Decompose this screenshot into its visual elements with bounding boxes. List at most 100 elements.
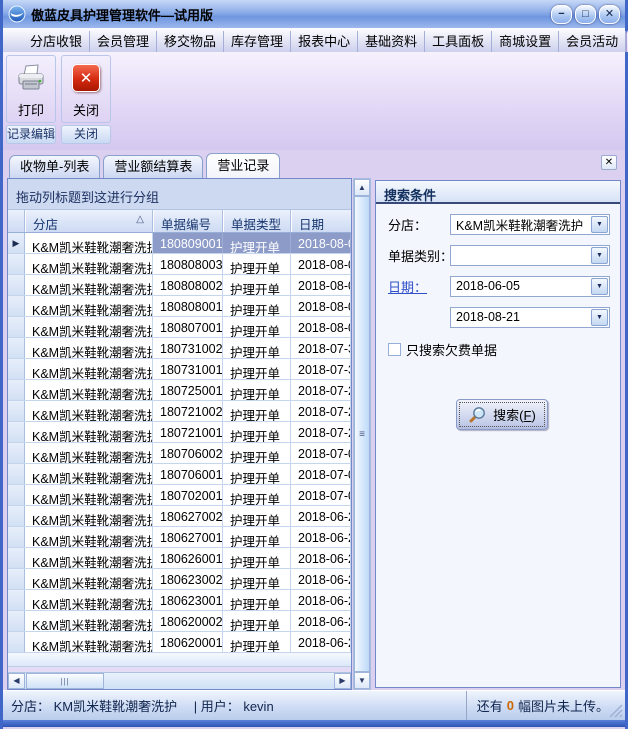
grid-row-16[interactable]: K&M凯米鞋靴潮奢洗护180623002护理开单2018-06-2 [8, 569, 351, 590]
cell-date[interactable]: 2018-07-2 [291, 401, 351, 421]
cell-date[interactable]: 2018-06-2 [291, 506, 351, 526]
grid-row-19[interactable]: K&M凯米鞋靴潮奢洗护180620001护理开单2018-06-2 [8, 632, 351, 653]
grid-column-header-2[interactable]: 单据类型 [223, 210, 291, 232]
cell-branch[interactable]: K&M凯米鞋靴潮奢洗护 [25, 443, 153, 463]
menu-tab-1[interactable]: 会员管理 [90, 31, 157, 52]
cell-doc_type[interactable]: 护理开单 [223, 401, 291, 421]
vertical-scroll-thumb[interactable]: ≡ [354, 196, 370, 672]
grid-column-header-3[interactable]: 日期 [291, 210, 351, 232]
cell-date[interactable]: 2018-06-2 [291, 569, 351, 589]
cell-doc_type[interactable]: 护理开单 [223, 590, 291, 610]
chevron-down-icon[interactable]: ▼ [591, 247, 608, 264]
cell-branch[interactable]: K&M凯米鞋靴潮奢洗护 [25, 359, 153, 379]
grid-row-14[interactable]: K&M凯米鞋靴潮奢洗护180627001护理开单2018-06-2 [8, 527, 351, 548]
doc-type-combobox[interactable]: ▼ [450, 245, 610, 266]
minimize-button[interactable]: − [551, 5, 572, 24]
cell-doc_no[interactable]: 180706001 [153, 464, 223, 484]
grid-row-5[interactable]: K&M凯米鞋靴潮奢洗护180731002护理开单2018-07-3 [8, 338, 351, 359]
date-label-link[interactable]: 日期： [388, 277, 450, 296]
close-window-button[interactable]: ✕ [599, 5, 620, 24]
grid-row-0[interactable]: ▶K&M凯米鞋靴潮奢洗护180809001护理开单2018-08-0 [8, 233, 351, 254]
doc-tab-2[interactable]: 营业记录 [206, 153, 280, 178]
grid-row-4[interactable]: K&M凯米鞋靴潮奢洗护180807001护理开单2018-08-0 [8, 317, 351, 338]
cell-branch[interactable]: K&M凯米鞋靴潮奢洗护 [25, 422, 153, 442]
cell-doc_no[interactable]: 180627002 [153, 506, 223, 526]
cell-doc_no[interactable]: 180731002 [153, 338, 223, 358]
cell-date[interactable]: 2018-08-0 [291, 317, 351, 337]
grid-row-9[interactable]: K&M凯米鞋靴潮奢洗护180721001护理开单2018-07-2 [8, 422, 351, 443]
grid-row-12[interactable]: K&M凯米鞋靴潮奢洗护180702001护理开单2018-07-0 [8, 485, 351, 506]
cell-doc_type[interactable]: 护理开单 [223, 443, 291, 463]
cell-doc_type[interactable]: 护理开单 [223, 338, 291, 358]
cell-branch[interactable]: K&M凯米鞋靴潮奢洗护 [25, 632, 153, 652]
chevron-down-icon[interactable]: ▼ [591, 309, 608, 326]
grid-row-13[interactable]: K&M凯米鞋靴潮奢洗护180627002护理开单2018-06-2 [8, 506, 351, 527]
cell-date[interactable]: 2018-07-3 [291, 338, 351, 358]
menu-tab-6[interactable]: 工具面板 [425, 31, 492, 52]
cell-doc_type[interactable]: 护理开单 [223, 254, 291, 274]
cell-date[interactable]: 2018-06-2 [291, 611, 351, 631]
grid-group-panel[interactable]: 拖动列标题到这进行分组 [8, 179, 351, 210]
cell-branch[interactable]: K&M凯米鞋靴潮奢洗护 [25, 527, 153, 547]
cell-branch[interactable]: K&M凯米鞋靴潮奢洗护 [25, 380, 153, 400]
doc-tab-0[interactable]: 收物单-列表 [9, 155, 100, 178]
doc-tab-1[interactable]: 营业额结算表 [103, 155, 203, 178]
grid-row-17[interactable]: K&M凯米鞋靴潮奢洗护180623001护理开单2018-06-2 [8, 590, 351, 611]
chevron-down-icon[interactable]: ▼ [591, 278, 608, 295]
cell-date[interactable]: 2018-07-2 [291, 422, 351, 442]
menu-tab-8[interactable]: 会员活动 [559, 31, 626, 52]
cell-date[interactable]: 2018-08-0 [291, 233, 351, 253]
cell-doc_no[interactable]: 180808001 [153, 296, 223, 316]
cell-doc_type[interactable]: 护理开单 [223, 422, 291, 442]
cell-date[interactable]: 2018-08-0 [291, 254, 351, 274]
cell-date[interactable]: 2018-06-2 [291, 548, 351, 568]
cell-doc_type[interactable]: 护理开单 [223, 527, 291, 547]
cell-doc_no[interactable]: 180626001 [153, 548, 223, 568]
chevron-down-icon[interactable]: ▼ [591, 216, 608, 233]
menu-tab-0[interactable]: 分店收银 [23, 31, 90, 52]
grid-row-3[interactable]: K&M凯米鞋靴潮奢洗护180808001护理开单2018-08-0 [8, 296, 351, 317]
cell-branch[interactable]: K&M凯米鞋靴潮奢洗护 [25, 506, 153, 526]
cell-doc_no[interactable]: 180620002 [153, 611, 223, 631]
cell-date[interactable]: 2018-07-0 [291, 443, 351, 463]
menu-tab-2[interactable]: 移交物品 [157, 31, 224, 52]
cell-branch[interactable]: K&M凯米鞋靴潮奢洗护 [25, 275, 153, 295]
cell-doc_type[interactable]: 护理开单 [223, 632, 291, 652]
menu-tab-4[interactable]: 报表中心 [291, 31, 358, 52]
cell-date[interactable]: 2018-07-0 [291, 464, 351, 484]
cell-branch[interactable]: K&M凯米鞋靴潮奢洗护 [25, 338, 153, 358]
cell-doc_type[interactable]: 护理开单 [223, 611, 291, 631]
cell-date[interactable]: 2018-07-0 [291, 485, 351, 505]
cell-doc_no[interactable]: 180725001 [153, 380, 223, 400]
date-from-combobox[interactable]: 2018-06-05 ▼ [450, 276, 610, 297]
search-button[interactable]: 搜索(F) [456, 399, 548, 430]
horizontal-scroll-track[interactable] [104, 673, 334, 689]
cell-branch[interactable]: K&M凯米鞋靴潮奢洗护 [25, 611, 153, 631]
menu-tab-5[interactable]: 基础资料 [358, 31, 425, 52]
grid-row-6[interactable]: K&M凯米鞋靴潮奢洗护180731001护理开单2018-07-3 [8, 359, 351, 380]
grid-row-2[interactable]: K&M凯米鞋靴潮奢洗护180808002护理开单2018-08-0 [8, 275, 351, 296]
cell-doc_type[interactable]: 护理开单 [223, 548, 291, 568]
cell-doc_no[interactable]: 180721001 [153, 422, 223, 442]
only-unpaid-checkbox[interactable] [388, 343, 401, 356]
cell-branch[interactable]: K&M凯米鞋靴潮奢洗护 [25, 590, 153, 610]
cell-branch[interactable]: K&M凯米鞋靴潮奢洗护 [25, 296, 153, 316]
cell-doc_type[interactable]: 护理开单 [223, 569, 291, 589]
cell-branch[interactable]: K&M凯米鞋靴潮奢洗护 [25, 569, 153, 589]
cell-branch[interactable]: K&M凯米鞋靴潮奢洗护 [25, 548, 153, 568]
cell-date[interactable]: 2018-07-2 [291, 380, 351, 400]
grid-column-header-0[interactable]: 分店△ [25, 210, 153, 232]
cell-doc_no[interactable]: 180721002 [153, 401, 223, 421]
grid-row-18[interactable]: K&M凯米鞋靴潮奢洗护180620002护理开单2018-06-2 [8, 611, 351, 632]
menu-tab-7[interactable]: 商城设置 [492, 31, 559, 52]
cell-doc_no[interactable]: 180731001 [153, 359, 223, 379]
cell-date[interactable]: 2018-06-2 [291, 590, 351, 610]
cell-branch[interactable]: K&M凯米鞋靴潮奢洗护 [25, 464, 153, 484]
cell-doc_no[interactable]: 180808003 [153, 254, 223, 274]
cell-date[interactable]: 2018-06-2 [291, 632, 351, 652]
cell-branch[interactable]: K&M凯米鞋靴潮奢洗护 [25, 401, 153, 421]
scroll-up-icon[interactable]: ▲ [354, 179, 370, 196]
maximize-button[interactable]: □ [575, 5, 596, 24]
cell-doc_no[interactable]: 180702001 [153, 485, 223, 505]
cell-branch[interactable]: K&M凯米鞋靴潮奢洗护 [25, 485, 153, 505]
